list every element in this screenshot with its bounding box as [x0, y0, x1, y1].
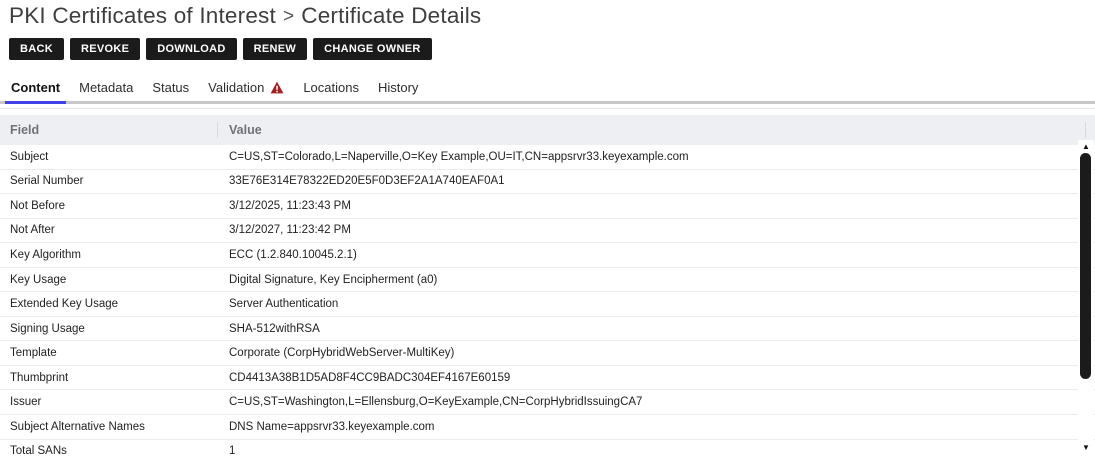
field-value: CD4413A38B1D5AD8F4CC9BADC304EF4167E60159: [218, 372, 1095, 384]
table-row-key-algorithm: Key Algorithm ECC (1.2.840.10045.2.1): [0, 243, 1095, 268]
column-divider-right: [1085, 122, 1086, 138]
table-row-key-usage: Key Usage Digital Signature, Key Enciphe…: [0, 268, 1095, 293]
field-label: Issuer: [0, 396, 218, 408]
breadcrumb-separator-icon: >: [276, 6, 301, 27]
tab-status-label: Status: [152, 80, 189, 95]
table-row-total-sans: Total SANs 1: [0, 440, 1095, 460]
field-value: 3/12/2027, 11:23:42 PM: [218, 224, 1095, 236]
field-label: Not Before: [0, 200, 218, 212]
field-label: Total SANs: [0, 445, 218, 457]
field-label: Key Algorithm: [0, 249, 218, 261]
back-button[interactable]: BACK: [9, 38, 64, 60]
table-row-issuer: Issuer C=US,ST=Washington,L=Ellensburg,O…: [0, 390, 1095, 415]
field-value: C=US,ST=Colorado,L=Naperville,O=Key Exam…: [218, 151, 1095, 163]
table-row-thumbprint: Thumbprint CD4413A38B1D5AD8F4CC9BADC304E…: [0, 366, 1095, 391]
field-value: Corporate (CorpHybridWebServer-MultiKey): [218, 347, 1095, 359]
scroll-up-icon[interactable]: ▲: [1078, 141, 1094, 153]
scrollbar-thumb[interactable]: [1080, 153, 1091, 379]
field-label: Key Usage: [0, 274, 218, 286]
certificate-details-table: Field Value Subject C=US,ST=Colorado,L=N…: [0, 115, 1095, 460]
column-divider: [217, 122, 218, 138]
field-value: C=US,ST=Washington,L=Ellensburg,O=KeyExa…: [218, 396, 1095, 408]
table-row-subject: Subject C=US,ST=Colorado,L=Naperville,O=…: [0, 145, 1095, 170]
field-label: Subject Alternative Names: [0, 421, 218, 433]
field-value: SHA-512withRSA: [218, 323, 1095, 335]
field-label: Subject: [0, 151, 218, 163]
table-row-template: Template Corporate (CorpHybridWebServer-…: [0, 341, 1095, 366]
certificate-details-page: PKI Certificates of Interest>Certificate…: [0, 0, 1095, 460]
field-value: Server Authentication: [218, 298, 1095, 310]
field-label: Thumbprint: [0, 372, 218, 384]
action-toolbar: BACK REVOKE DOWNLOAD RENEW CHANGE OWNER: [9, 38, 1095, 60]
field-label: Serial Number: [0, 175, 218, 187]
field-value: 1: [218, 445, 1095, 457]
tab-content[interactable]: Content: [5, 75, 66, 104]
tab-status[interactable]: Status: [146, 75, 195, 104]
table-row-not-before: Not Before 3/12/2025, 11:23:43 PM: [0, 194, 1095, 219]
change-owner-button[interactable]: CHANGE OWNER: [313, 38, 432, 60]
scroll-down-icon[interactable]: ▼: [1078, 442, 1094, 454]
breadcrumb-section[interactable]: PKI Certificates of Interest: [9, 3, 276, 28]
page-title: PKI Certificates of Interest>Certificate…: [0, 0, 1095, 29]
tab-history[interactable]: History: [372, 75, 424, 104]
tab-locations[interactable]: Locations: [297, 75, 365, 104]
vertical-scrollbar[interactable]: ▲ ▼: [1078, 140, 1094, 460]
field-value: ECC (1.2.840.10045.2.1): [218, 249, 1095, 261]
field-label: Not After: [0, 224, 218, 236]
table-row-extended-key-usage: Extended Key Usage Server Authentication: [0, 292, 1095, 317]
field-value: DNS Name=appsrvr33.keyexample.com: [218, 421, 1095, 433]
tab-section-divider: [0, 108, 1095, 109]
tab-content-label: Content: [11, 80, 60, 95]
column-header-field: Field: [0, 123, 218, 137]
field-value: 3/12/2025, 11:23:43 PM: [218, 200, 1095, 212]
field-value: 33E76E314E78322ED20E5F0D3EF2A1A740EAF0A1: [218, 175, 1095, 187]
table-row-serial-number: Serial Number 33E76E314E78322ED20E5F0D3E…: [0, 170, 1095, 195]
tab-validation-label: Validation: [208, 80, 264, 95]
tab-history-label: History: [378, 80, 418, 95]
tab-bar: Content Metadata Status Validation Locat…: [0, 75, 1095, 104]
warning-triangle-icon: [270, 81, 284, 94]
download-button[interactable]: DOWNLOAD: [146, 38, 236, 60]
revoke-button[interactable]: REVOKE: [70, 38, 140, 60]
column-header-value: Value: [218, 123, 1095, 137]
field-label: Signing Usage: [0, 323, 218, 335]
tab-locations-label: Locations: [303, 80, 359, 95]
tab-metadata-label: Metadata: [79, 80, 133, 95]
renew-button[interactable]: RENEW: [243, 38, 307, 60]
field-value: Digital Signature, Key Encipherment (a0): [218, 274, 1095, 286]
field-label: Extended Key Usage: [0, 298, 218, 310]
breadcrumb-current: Certificate Details: [301, 3, 481, 28]
table-row-subject-alternative-names: Subject Alternative Names DNS Name=appsr…: [0, 415, 1095, 440]
tab-metadata[interactable]: Metadata: [73, 75, 139, 104]
table-row-not-after: Not After 3/12/2027, 11:23:42 PM: [0, 219, 1095, 244]
field-label: Template: [0, 347, 218, 359]
table-row-signing-usage: Signing Usage SHA-512withRSA: [0, 317, 1095, 342]
table-header: Field Value: [0, 115, 1095, 145]
tab-validation[interactable]: Validation: [202, 75, 290, 104]
